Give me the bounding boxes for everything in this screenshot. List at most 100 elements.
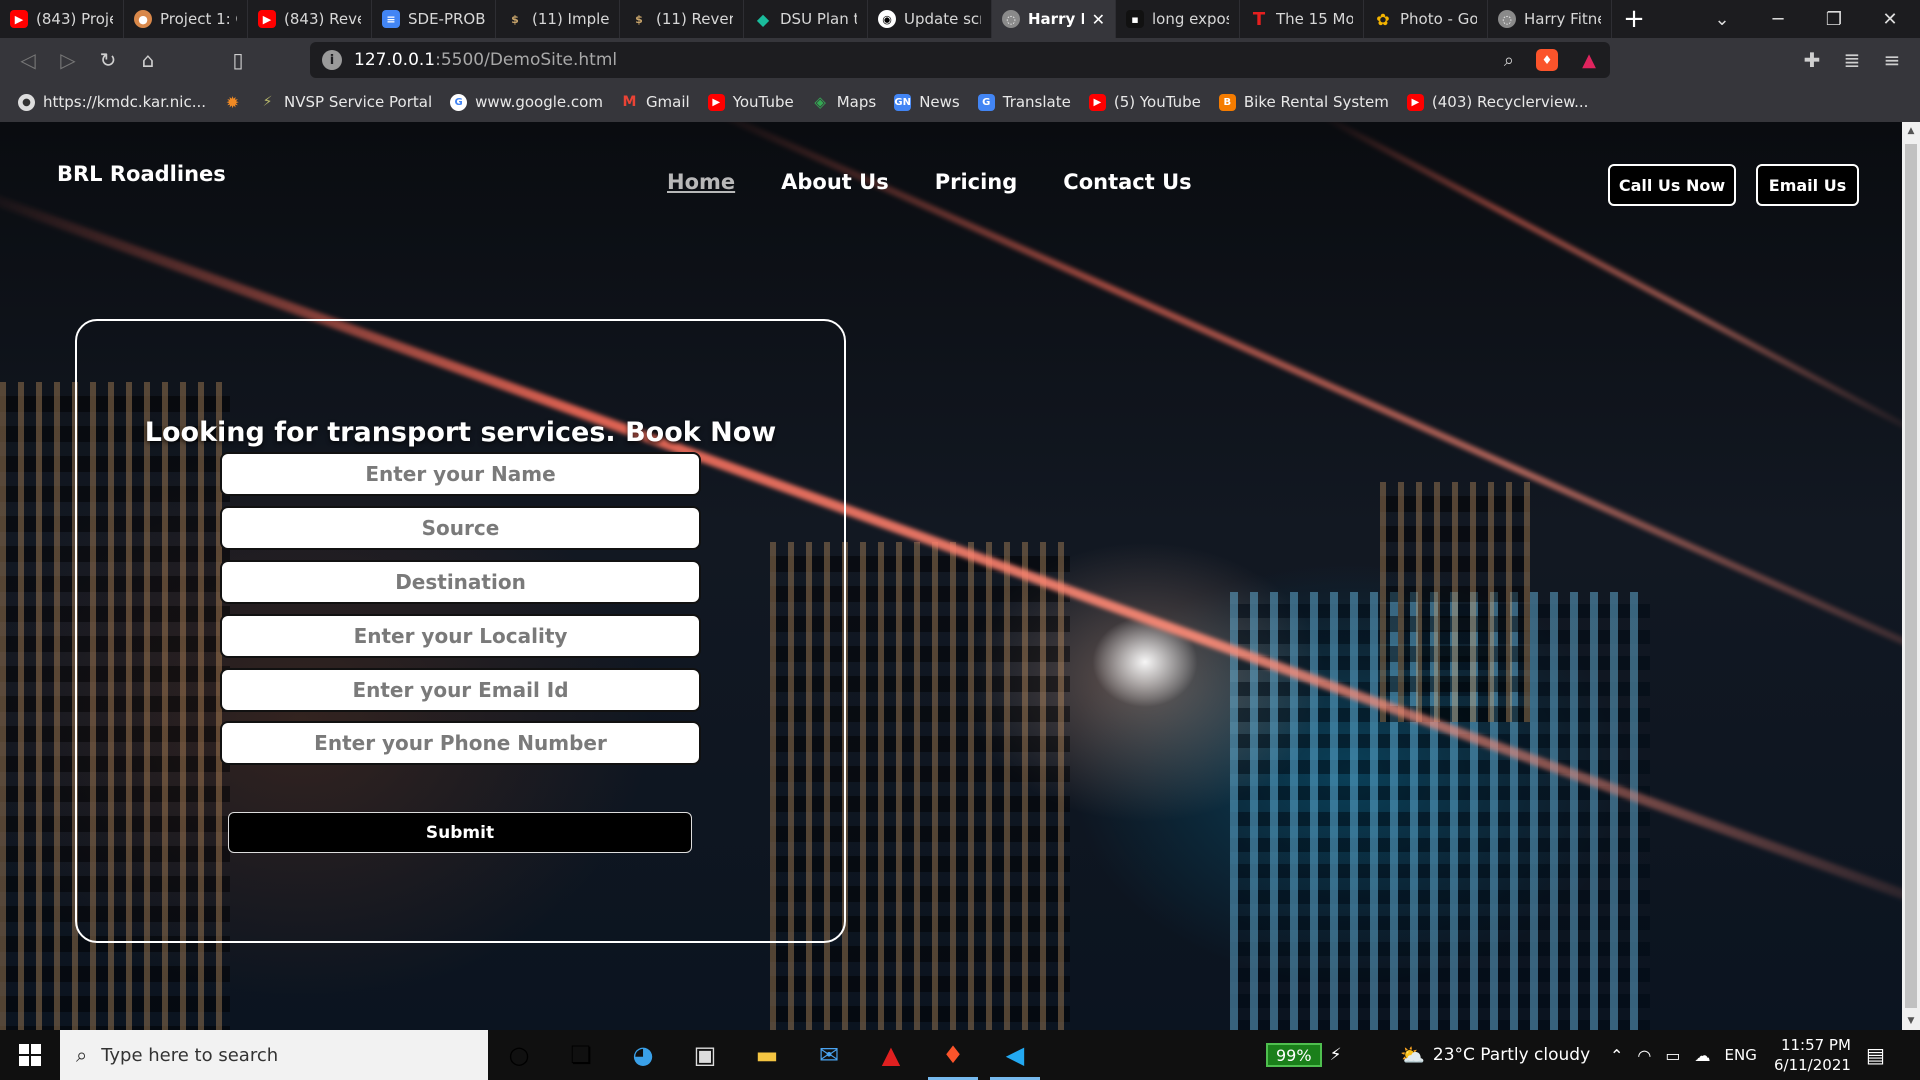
- email-us-button[interactable]: Email Us: [1756, 164, 1859, 206]
- url-path: :5500/DemoSite.html: [435, 50, 618, 70]
- github-icon: ◉: [878, 10, 896, 28]
- chevron-up-icon[interactable]: ⌃: [1610, 1046, 1623, 1065]
- zoom-icon[interactable]: ⌕: [1504, 50, 1514, 71]
- browser-tab[interactable]: ▪ long exposu: [1116, 0, 1240, 38]
- bookmark-label: www.google.com: [475, 93, 603, 111]
- language-indicator[interactable]: ENG: [1725, 1046, 1757, 1064]
- mail-icon[interactable]: ✉: [798, 1030, 860, 1080]
- bookmark-label: YouTube: [732, 93, 794, 111]
- bookmark-item[interactable]: ✹: [224, 92, 241, 112]
- nav-contact-us[interactable]: Contact Us: [1063, 170, 1191, 194]
- task-view-icon[interactable]: ❏: [550, 1030, 612, 1080]
- store-icon[interactable]: ▣: [674, 1030, 736, 1080]
- star-badge-icon: ✹: [225, 92, 240, 112]
- tab-strip: ▶ (843) Projec ● Project 1: Cr ▶ (843) Reve…: [0, 0, 1920, 38]
- battery-icon[interactable]: ▭: [1665, 1046, 1680, 1065]
- browser-tab[interactable]: T The 15 Mos: [1240, 0, 1364, 38]
- taskbar-search[interactable]: ⌕ Type here to search: [60, 1030, 488, 1080]
- call-us-button[interactable]: Call Us Now: [1608, 164, 1736, 206]
- menu-icon[interactable]: ≡: [1872, 40, 1912, 80]
- back-icon[interactable]: ◁: [8, 40, 48, 80]
- close-window-button[interactable]: ✕: [1862, 0, 1918, 38]
- unsplash-icon: ▪: [1126, 10, 1144, 28]
- scroll-up-icon[interactable]: ▲: [1902, 122, 1920, 140]
- browser-tab[interactable]: ◆ DSU Plan ty: [744, 0, 868, 38]
- brave-icon[interactable]: ♦: [922, 1030, 984, 1080]
- tab-title: Photo - Go: [1400, 10, 1477, 28]
- browser-tab[interactable]: $ (11) Reverse: [620, 0, 744, 38]
- clock-time: 11:57 PM: [1780, 1036, 1851, 1054]
- scroll-thumb[interactable]: [1905, 144, 1917, 1008]
- bookmark-label: https://kmdc.kar.nic...: [43, 93, 207, 111]
- onedrive-icon[interactable]: ☁: [1695, 1046, 1711, 1065]
- battery-indicator[interactable]: 99% ⚡: [1266, 1030, 1342, 1080]
- forward-icon[interactable]: ▷: [48, 40, 88, 80]
- browser-tab[interactable]: ≡ SDE-PROBL: [372, 0, 496, 38]
- browser-tab[interactable]: ● Project 1: Cr: [124, 0, 248, 38]
- phone-input[interactable]: [220, 721, 701, 765]
- tab-search-icon[interactable]: ⌄: [1694, 0, 1750, 38]
- weather-widget[interactable]: ⛅ 23°C Partly cloudy: [1400, 1030, 1590, 1080]
- file-explorer-icon[interactable]: ▬: [736, 1030, 798, 1080]
- bookmark-icon[interactable]: ▯: [218, 40, 258, 80]
- search-icon: ⌕: [76, 1043, 88, 1067]
- bookmark-item[interactable]: Gwww.google.com: [450, 93, 603, 111]
- site-info-icon[interactable]: i: [322, 50, 342, 70]
- bookmark-item[interactable]: ⚡ NVSP Service Portal: [259, 93, 433, 111]
- browser-tab[interactable]: ▶ (843) Revers: [248, 0, 372, 38]
- browser-tab[interactable]: ▶ (843) Projec: [0, 0, 124, 38]
- bookmark-item[interactable]: ▶ (403) Recyclerview...: [1406, 93, 1588, 111]
- tab-title: Project 1: Cr: [160, 10, 237, 28]
- browser-tab-active[interactable]: ◌ Harry F ✕: [992, 0, 1116, 38]
- bike-icon: B: [1218, 93, 1236, 111]
- new-tab-button[interactable]: +: [1612, 0, 1656, 38]
- start-button[interactable]: [0, 1030, 60, 1080]
- page-scrollbar[interactable]: ▲ ▼: [1902, 122, 1920, 1030]
- clock[interactable]: 11:57 PM 6/11/2021: [1774, 1030, 1851, 1080]
- destination-input[interactable]: [220, 560, 701, 604]
- bookmark-item[interactable]: M Gmail: [621, 93, 689, 111]
- playlist-icon[interactable]: ≣: [1832, 40, 1872, 80]
- globe-icon: ◌: [1002, 10, 1020, 28]
- site-logo[interactable]: BRL Roadlines: [57, 162, 226, 186]
- tab-title: (11) Implem: [532, 10, 609, 28]
- brave-shields-icon[interactable]: ♦: [1536, 49, 1558, 71]
- site-icon: ●: [18, 93, 35, 111]
- nav-about-us[interactable]: About Us: [781, 170, 889, 194]
- submit-button[interactable]: Submit: [228, 812, 692, 853]
- source-input[interactable]: [220, 506, 701, 550]
- vscode-icon[interactable]: ◀: [984, 1030, 1046, 1080]
- nav-pricing[interactable]: Pricing: [935, 170, 1018, 194]
- close-tab-icon[interactable]: ✕: [1092, 10, 1105, 29]
- reload-icon[interactable]: ↻: [88, 40, 128, 80]
- browser-tab[interactable]: $ (11) Implem: [496, 0, 620, 38]
- acrobat-icon[interactable]: ▲: [860, 1030, 922, 1080]
- bookmark-item[interactable]: GN News: [894, 93, 960, 111]
- address-bar[interactable]: i 127.0.0.1:5500/DemoSite.html ⌕ ♦ ▲: [310, 42, 1610, 78]
- bookmarks-bar: ● https://kmdc.kar.nic... ✹ ⚡ NVSP Service…: [0, 82, 1920, 122]
- browser-tab[interactable]: ◉ Update scre: [868, 0, 992, 38]
- bookmark-item[interactable]: ◈ Maps: [812, 93, 876, 111]
- browser-tab[interactable]: ✿ Photo - Go: [1364, 0, 1488, 38]
- brave-rewards-icon[interactable]: ▲: [1582, 50, 1596, 71]
- name-input[interactable]: [220, 452, 701, 496]
- locality-input[interactable]: [220, 614, 701, 658]
- bookmark-item[interactable]: B Bike Rental System: [1218, 93, 1389, 111]
- minimize-button[interactable]: ─: [1750, 0, 1806, 38]
- home-icon[interactable]: ⌂: [128, 40, 168, 80]
- cortana-icon[interactable]: ○: [488, 1030, 550, 1080]
- tab-title: (11) Reverse: [656, 10, 733, 28]
- browser-tab[interactable]: ◌ Harry Fitnes: [1488, 0, 1612, 38]
- bookmark-item[interactable]: ▶ (5) YouTube: [1088, 93, 1201, 111]
- restore-button[interactable]: ❐: [1806, 0, 1862, 38]
- notifications-icon[interactable]: ▤: [1866, 1030, 1885, 1080]
- bookmark-item[interactable]: ● https://kmdc.kar.nic...: [18, 93, 206, 111]
- email-input[interactable]: [220, 668, 701, 712]
- scroll-down-icon[interactable]: ▼: [1902, 1012, 1920, 1030]
- nav-home[interactable]: Home: [667, 170, 735, 194]
- wifi-icon[interactable]: ◠: [1637, 1046, 1651, 1065]
- bookmark-item[interactable]: ▶ YouTube: [707, 93, 794, 111]
- edge-icon[interactable]: ◕: [612, 1030, 674, 1080]
- bookmark-item[interactable]: G Translate: [977, 93, 1071, 111]
- extensions-icon[interactable]: ✚: [1792, 40, 1832, 80]
